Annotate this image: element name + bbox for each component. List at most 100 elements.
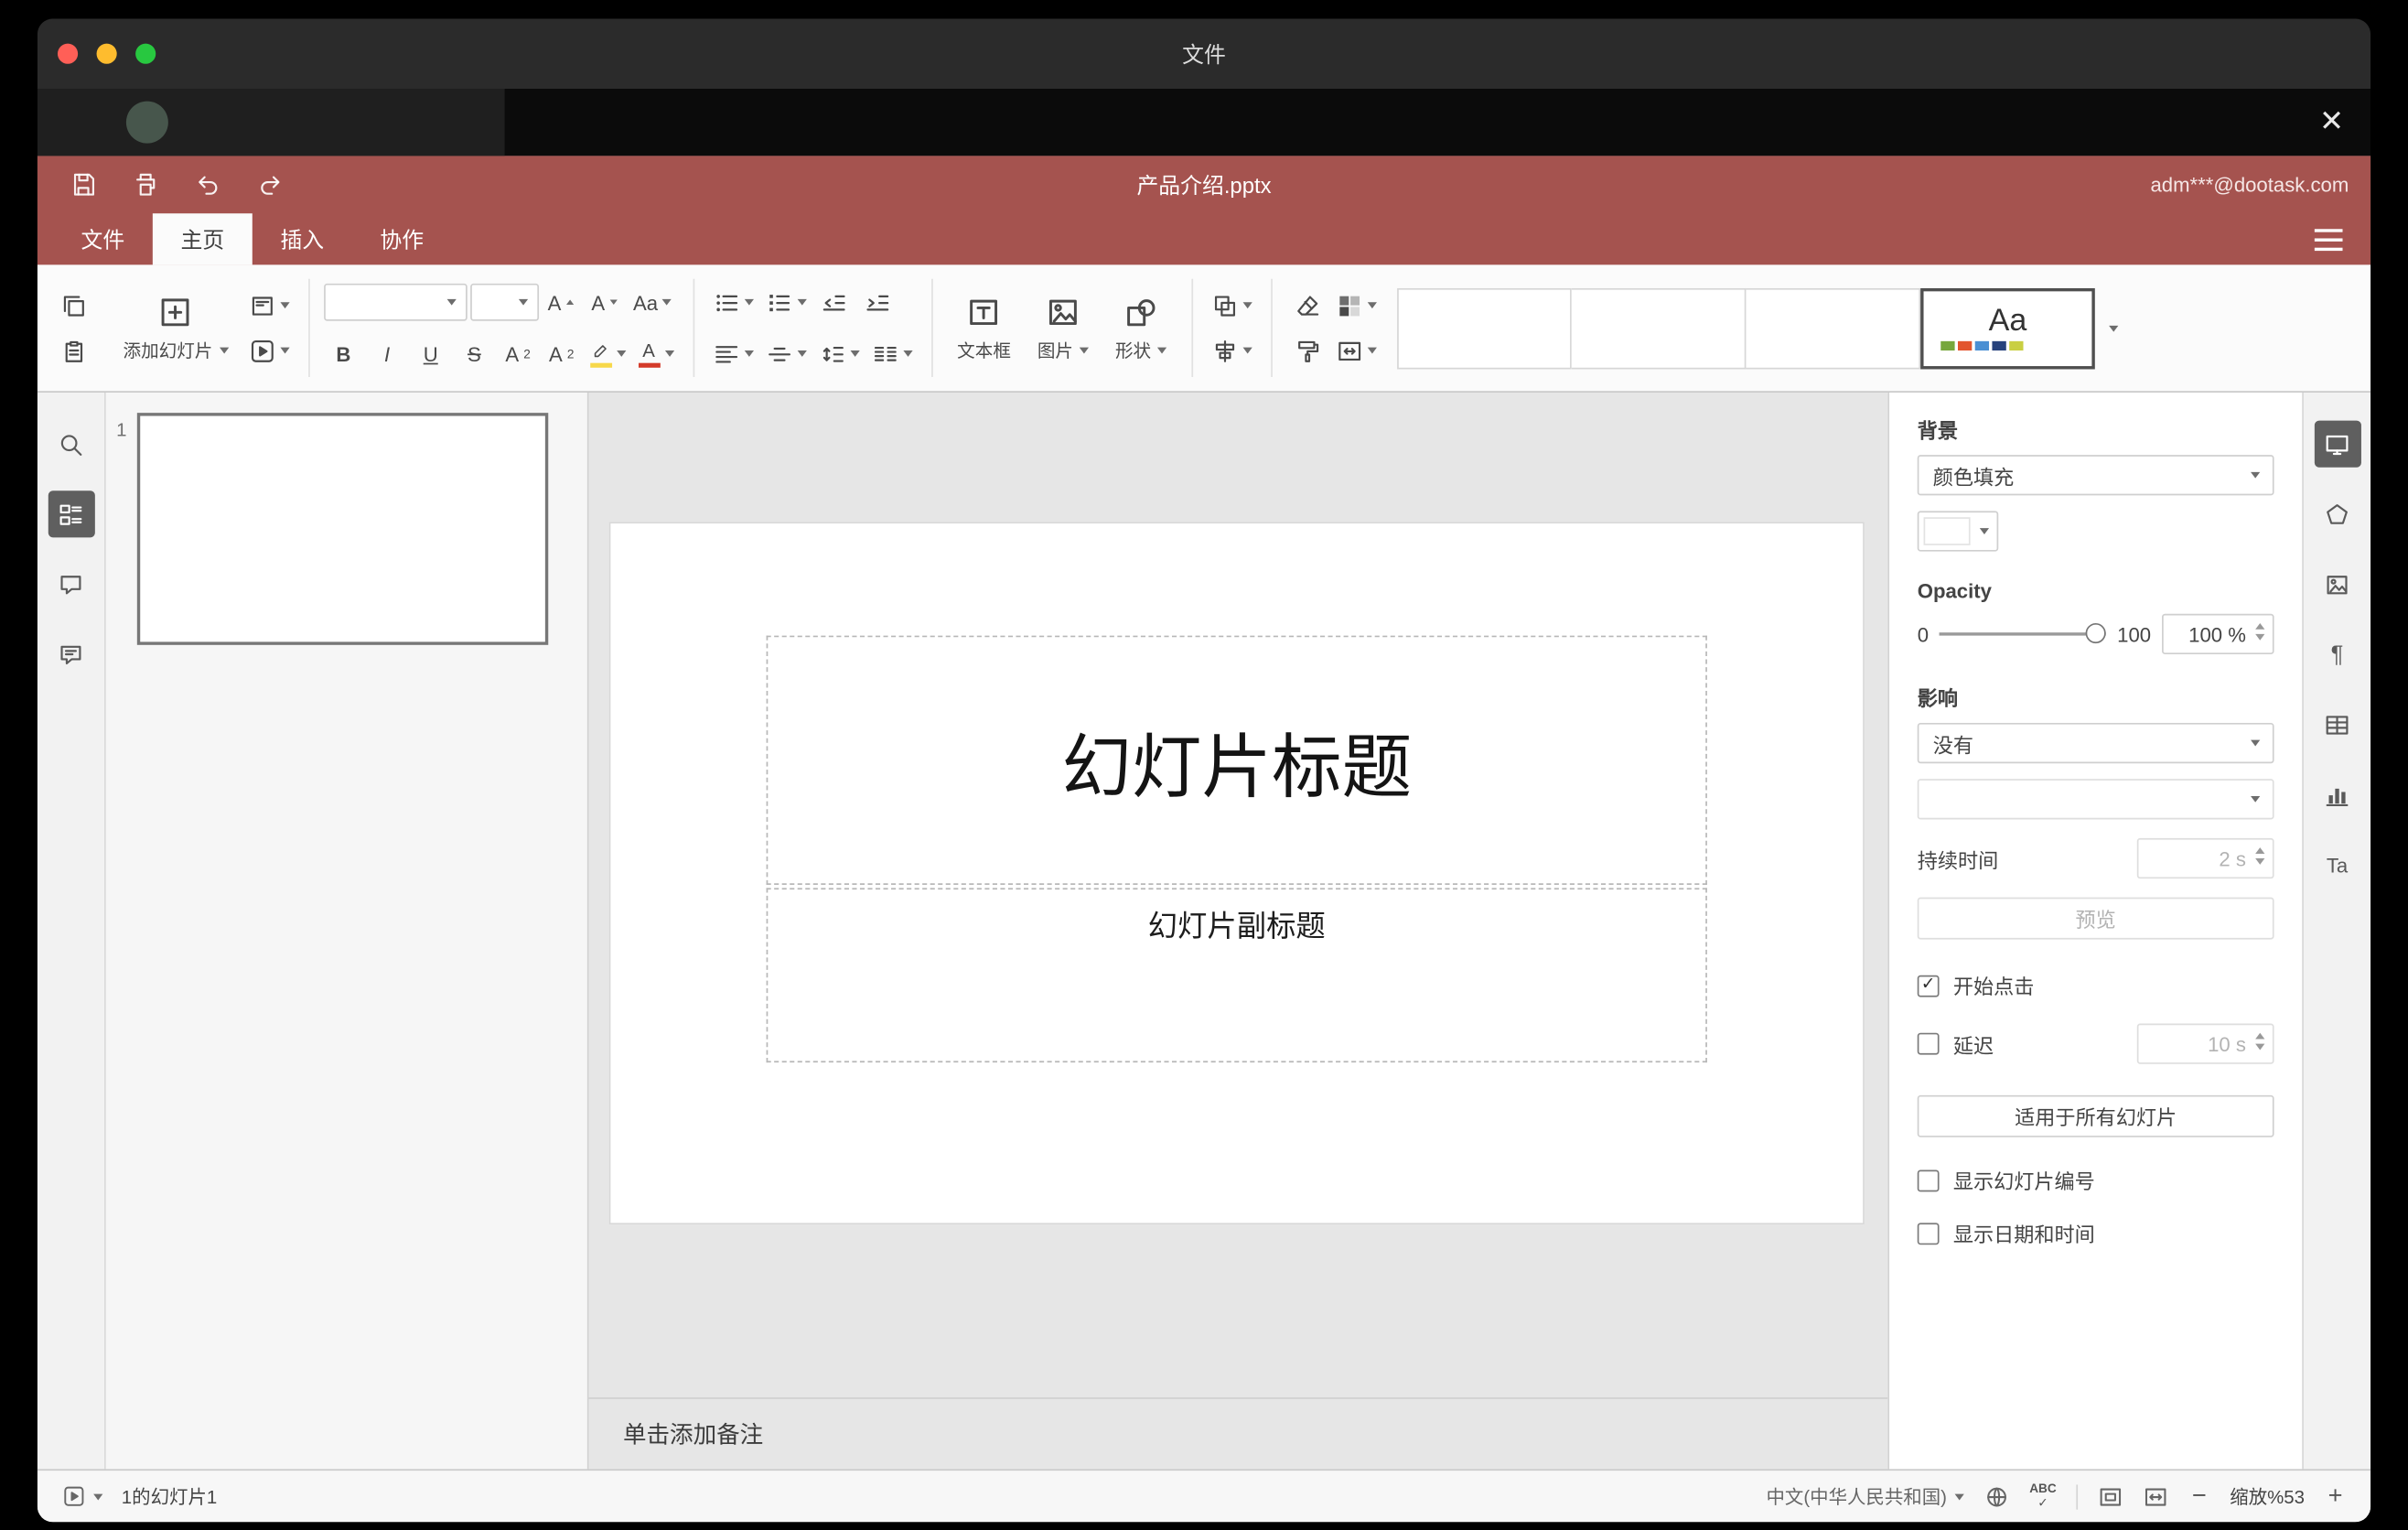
subscript-button[interactable]: A2 — [542, 333, 582, 373]
zoom-in-button[interactable]: + — [2325, 1482, 2346, 1511]
slide-layout-button[interactable] — [243, 286, 293, 326]
underline-button[interactable]: U — [411, 333, 451, 373]
slides-panel-button[interactable] — [47, 490, 94, 538]
increase-indent-button[interactable] — [857, 282, 898, 322]
opacity-value-input[interactable]: 100 % — [2162, 613, 2274, 655]
insert-image-button[interactable]: 图片 — [1027, 276, 1100, 379]
close-window-button[interactable] — [57, 43, 79, 64]
duration-input[interactable]: 2 s — [2136, 837, 2274, 879]
font-color-button[interactable]: A — [633, 333, 678, 373]
document-language-button[interactable] — [1984, 1484, 2009, 1509]
numbering-button[interactable] — [761, 282, 811, 322]
color-scheme-button[interactable] — [1332, 286, 1381, 326]
theme-option-1[interactable] — [1397, 287, 1572, 369]
delay-input[interactable]: 10 s — [2136, 1023, 2274, 1064]
highlight-color-button[interactable] — [585, 333, 629, 373]
fit-to-width-button[interactable] — [2144, 1484, 2168, 1509]
tab-home[interactable]: 主页 — [152, 213, 253, 265]
slide-settings-button[interactable] — [2314, 420, 2361, 468]
background-color-picker[interactable] — [1917, 511, 1999, 552]
vertical-align-button[interactable] — [761, 333, 811, 373]
undo-button[interactable] — [184, 165, 231, 205]
textart-settings-button[interactable]: Ta — [2314, 841, 2360, 888]
chart-settings-button[interactable] — [2314, 771, 2360, 818]
slide-size-button[interactable] — [1332, 330, 1381, 371]
slide-1-thumbnail[interactable] — [136, 413, 549, 645]
duration-label: 持续时间 — [1917, 847, 1999, 872]
background-fill-select[interactable]: 颜色填充 — [1917, 455, 2274, 496]
increase-font-button[interactable]: A — [542, 282, 582, 322]
chat-panel-button[interactable] — [48, 630, 94, 677]
arrange-shape-button[interactable] — [1207, 286, 1256, 326]
zoom-out-button[interactable]: − — [2188, 1482, 2209, 1511]
subtitle-placeholder[interactable]: 幻灯片副标题 — [766, 888, 1707, 1063]
columns-icon — [874, 346, 896, 361]
tab-file[interactable]: 文件 — [53, 213, 153, 264]
zoom-window-button[interactable] — [135, 43, 156, 64]
strikethrough-button[interactable]: S — [454, 333, 494, 373]
start-preview-button[interactable] — [62, 1484, 103, 1508]
effect-select[interactable]: 没有 — [1917, 722, 2274, 764]
slide-editing-area[interactable]: 幻灯片标题 幻灯片副标题 — [608, 522, 1865, 1225]
decrease-indent-button[interactable] — [814, 282, 855, 322]
bullets-button[interactable] — [708, 282, 758, 322]
effect-type-select[interactable] — [1917, 779, 2274, 820]
spinner[interactable] — [2255, 847, 2265, 865]
search-panel-button[interactable] — [48, 421, 94, 468]
slider-knob[interactable] — [2086, 622, 2107, 644]
change-case-button[interactable]: Aa — [629, 282, 677, 322]
spinner[interactable] — [2255, 622, 2265, 641]
tab-insert[interactable]: 插入 — [253, 213, 352, 264]
theme-option-2[interactable] — [1571, 287, 1747, 369]
chevron-down-icon — [219, 346, 229, 353]
save-button[interactable] — [59, 165, 106, 205]
start-on-click-checkbox[interactable]: ✓ — [1917, 974, 1940, 997]
start-slideshow-button[interactable] — [243, 330, 293, 371]
insert-shape-button[interactable]: 形状 — [1104, 276, 1177, 379]
font-size-combo[interactable] — [469, 283, 539, 321]
show-slide-number-checkbox[interactable] — [1917, 1169, 1940, 1191]
paragraph-settings-button[interactable]: ¶ — [2314, 630, 2360, 677]
notes-area[interactable]: 单击添加备注 — [588, 1397, 1888, 1469]
delay-checkbox[interactable] — [1917, 1032, 1940, 1055]
shape-settings-button[interactable] — [2314, 490, 2360, 537]
horizontal-align-button[interactable] — [708, 333, 758, 373]
language-selector[interactable]: 中文(中华人民共和国) — [1766, 1483, 1964, 1510]
clear-style-button[interactable] — [1286, 286, 1327, 326]
theme-gallery-expand-button[interactable] — [2095, 287, 2133, 369]
fit-to-slide-button[interactable] — [2099, 1484, 2123, 1509]
font-name-combo[interactable] — [323, 283, 467, 321]
decrease-font-button[interactable]: A — [585, 282, 625, 322]
paste-button[interactable] — [53, 330, 93, 371]
table-settings-button[interactable] — [2314, 701, 2360, 748]
hamburger-icon — [2314, 228, 2343, 232]
line-spacing-button[interactable] — [814, 333, 864, 373]
spellcheck-button[interactable]: ABC ✓ — [2029, 1482, 2057, 1510]
theme-option-selected[interactable]: Aa — [1920, 287, 2095, 369]
add-slide-button[interactable]: 添加幻灯片 — [113, 276, 240, 379]
view-settings-button[interactable] — [2302, 213, 2355, 264]
align-shape-button[interactable] — [1207, 330, 1256, 371]
apply-to-all-slides-button[interactable]: 适用于所有幻灯片 — [1917, 1094, 2274, 1137]
comments-panel-button[interactable] — [48, 561, 94, 608]
copy-button[interactable] — [53, 286, 93, 326]
show-date-time-checkbox[interactable] — [1917, 1222, 1940, 1244]
opacity-slider[interactable] — [1939, 622, 2107, 645]
superscript-button[interactable]: A2 — [498, 333, 538, 373]
copy-style-button[interactable] — [1286, 330, 1327, 371]
close-editor-button[interactable]: ✕ — [2308, 98, 2355, 145]
theme-option-3[interactable] — [1746, 287, 1921, 369]
insert-textbox-button[interactable]: 文本框 — [946, 276, 1022, 379]
tab-collaboration[interactable]: 协作 — [352, 213, 452, 264]
spinner[interactable] — [2255, 1032, 2265, 1051]
header-top-row: 产品介绍.pptx adm***@dootask.com — [38, 156, 2370, 213]
minimize-window-button[interactable] — [96, 43, 117, 64]
preview-button[interactable]: 预览 — [1917, 897, 2274, 940]
italic-button[interactable]: I — [367, 333, 407, 373]
title-placeholder[interactable]: 幻灯片标题 — [766, 635, 1707, 885]
print-button[interactable] — [122, 165, 168, 205]
redo-button[interactable] — [246, 165, 293, 205]
insert-columns-button[interactable] — [866, 333, 916, 373]
image-settings-button[interactable] — [2314, 561, 2360, 608]
bold-button[interactable]: B — [323, 333, 363, 373]
